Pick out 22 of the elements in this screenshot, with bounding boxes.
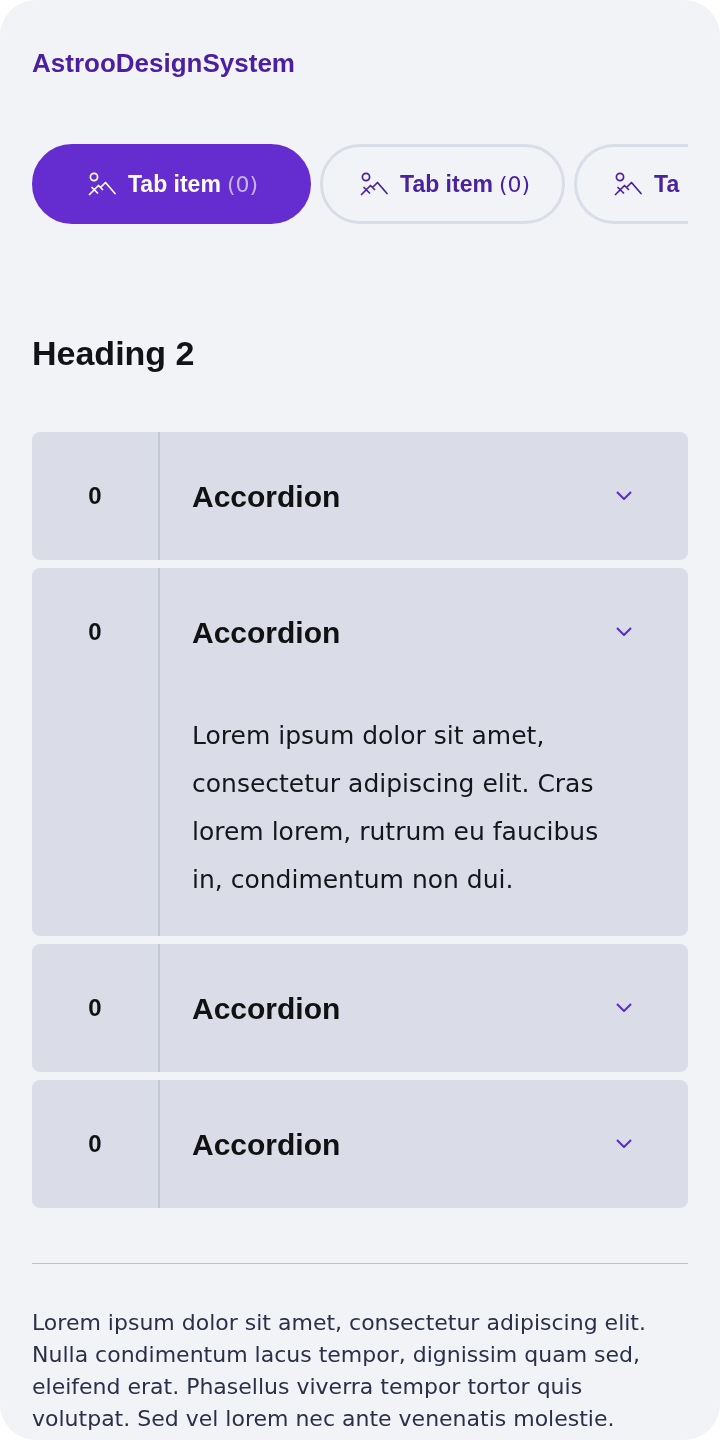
chevron-down-icon [616,1139,632,1149]
section-heading: Heading 2 [32,333,196,373]
accordion-header[interactable]: Accordion [160,568,688,696]
landscape-icon [360,172,389,196]
tab[interactable]: Tab item (0) [32,144,312,224]
accordion-header[interactable]: Accordion [160,944,688,1072]
tab[interactable]: Ta [574,144,688,224]
accordion-body-text: Lorem ipsum dolor sit amet, consectetur adipiscing elit. Cras lorem lorem, rutrum eu faucibus in, condimentum non dui. [192,720,600,896]
landscape-icon [88,172,116,196]
accordion-header[interactable]: Accordion [160,432,688,560]
item-number: 0 [88,1129,102,1158]
landscape-icon [614,172,643,196]
chevron-down-icon [616,491,632,501]
brand-title[interactable]: AstrooDesignSystem [32,48,295,79]
tab[interactable]: Tab item (0) [320,144,566,224]
item-number: 0 [88,993,102,1022]
chevron-down-icon [616,627,632,637]
item-number: 0 [88,481,102,510]
item-number: 0 [88,617,102,646]
accordion-header[interactable]: Accordion [160,1080,688,1208]
body-paragraph: Lorem ipsum dolor sit amet, consectetur adipiscing elit. Nulla condimentum lacus tempor, dignissim quam sed, eleifend erat. Phasellus viverra tempor tortor quis volutpat. Sed vel lorem nec ante venenatis molestie. [32,1309,647,1433]
chevron-down-icon [616,1003,632,1013]
